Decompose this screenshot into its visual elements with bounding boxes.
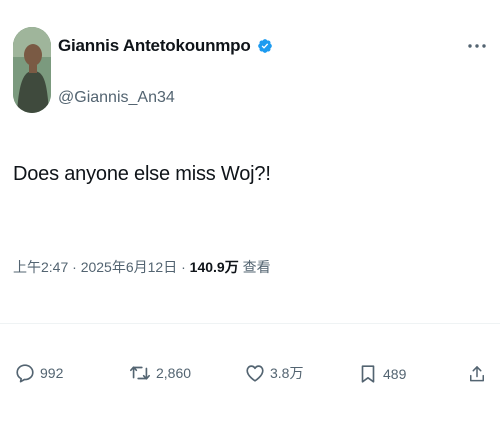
verified-badge-icon: [257, 38, 273, 54]
bookmark-icon: [361, 365, 375, 383]
share-icon: [470, 366, 484, 382]
tweet-meta: 上午2:47 · 2025年6月12日 · 140.9万 查看: [13, 257, 271, 277]
author-handle[interactable]: @Giannis_An34: [58, 89, 175, 107]
tweet-card: Giannis Antetokounmpo @Giannis_An34 Does…: [0, 0, 500, 440]
heart-icon: [246, 365, 264, 382]
reply-icon: [16, 364, 34, 383]
retweet-button[interactable]: 2,860: [128, 362, 191, 384]
views-label: 查看: [238, 259, 271, 275]
action-bar: 992 2,860 3.8万 489: [0, 362, 500, 392]
like-button[interactable]: 3.8万: [244, 362, 303, 384]
like-count: 3.8万: [270, 365, 304, 381]
avatar[interactable]: [13, 27, 51, 113]
tweet-time[interactable]: 上午2:47: [13, 259, 68, 275]
tweet-date[interactable]: 2025年6月12日: [81, 259, 178, 275]
divider: [0, 323, 500, 324]
meta-separator: ·: [177, 259, 190, 275]
views-count: 140.9万: [189, 259, 239, 275]
reply-count: 992: [40, 365, 64, 381]
tweet-text: Does anyone else miss Woj?!: [13, 163, 271, 185]
meta-separator: ·: [68, 259, 81, 275]
more-options-button[interactable]: [466, 38, 488, 54]
bookmark-count: 489: [383, 366, 407, 382]
retweet-icon: [130, 366, 150, 380]
retweet-count: 2,860: [156, 365, 192, 381]
reply-button[interactable]: 992: [14, 362, 63, 384]
more-dots-icon: [468, 44, 486, 48]
author-display-name[interactable]: Giannis Antetokounmpo: [58, 36, 251, 56]
name-row: Giannis Antetokounmpo: [58, 36, 273, 56]
bookmark-button[interactable]: 489: [357, 362, 406, 386]
share-button[interactable]: [467, 362, 487, 386]
